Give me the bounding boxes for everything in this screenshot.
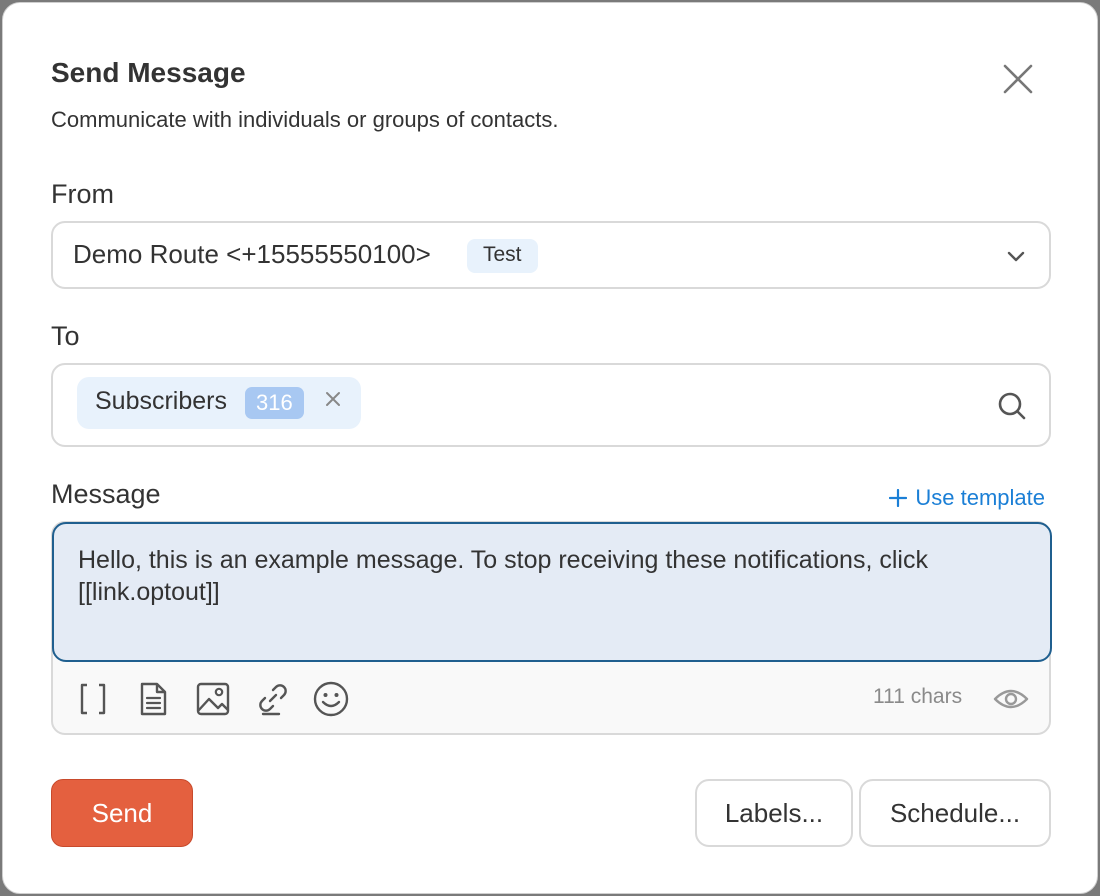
labels-button[interactable]: Labels... (695, 779, 853, 847)
send-message-dialog: Send Message Communicate with individual… (2, 2, 1098, 894)
message-textarea[interactable]: Hello, this is an example message. To st… (52, 522, 1052, 662)
dialog-subtitle: Communicate with individuals or groups o… (51, 107, 559, 132)
send-button[interactable]: Send (51, 779, 193, 847)
link-icon (259, 684, 287, 716)
insert-image-button[interactable] (193, 679, 233, 719)
eye-icon (993, 689, 1029, 709)
use-template-link[interactable]: Use template (889, 485, 1045, 511)
from-value: Demo Route <+15555550100> (73, 239, 431, 269)
insert-document-button[interactable] (133, 679, 173, 719)
message-label: Message (51, 479, 161, 509)
chip-count-badge: 316 (245, 387, 304, 419)
image-icon (196, 682, 230, 716)
to-label: To (51, 321, 80, 351)
brackets-icon (80, 683, 106, 715)
use-template-label: Use template (915, 485, 1045, 510)
message-composer: Hello, this is an example message. To st… (51, 521, 1052, 735)
insert-link-button[interactable] (253, 679, 293, 719)
insert-field-button[interactable] (73, 679, 113, 719)
emoji-icon (313, 681, 349, 717)
chip-label: Subscribers (95, 387, 227, 415)
insert-emoji-button[interactable] (311, 679, 351, 719)
character-count: 111 chars (873, 685, 963, 708)
close-icon (1003, 64, 1033, 94)
recipient-chip: Subscribers 316 (77, 377, 361, 429)
plus-icon (889, 489, 908, 507)
search-icon[interactable] (997, 391, 1027, 421)
from-select[interactable]: Demo Route <+15555550100> Test (51, 221, 1051, 289)
dialog-title: Send Message (51, 57, 246, 88)
remove-chip-icon[interactable] (323, 389, 343, 409)
to-recipient-input[interactable]: Subscribers 316 (51, 363, 1051, 447)
from-label: From (51, 179, 114, 209)
preview-button[interactable] (991, 679, 1031, 719)
close-button[interactable] (997, 58, 1039, 100)
route-badge: Test (467, 239, 538, 273)
chevron-down-icon (1007, 251, 1025, 262)
schedule-button[interactable]: Schedule... (859, 779, 1051, 847)
document-icon (140, 682, 167, 716)
